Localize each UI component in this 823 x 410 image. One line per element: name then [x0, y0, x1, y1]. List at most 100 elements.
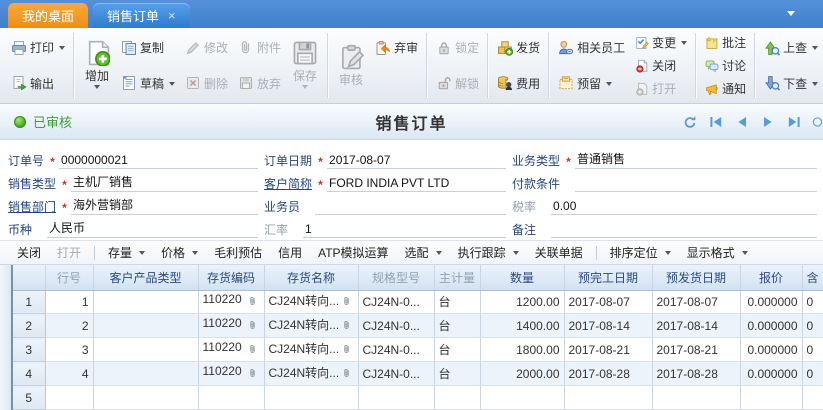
cell[interactable]: 0	[802, 314, 823, 338]
column-header-2[interactable]: 客户产品类型	[93, 265, 198, 290]
cell[interactable]	[93, 338, 198, 362]
cell[interactable]: 0	[802, 338, 823, 362]
paperclip-icon[interactable]	[248, 296, 260, 311]
cell[interactable]: 台	[434, 290, 480, 314]
reserve-button[interactable]: 预留	[554, 73, 629, 94]
paperclip-icon[interactable]	[342, 368, 354, 383]
column-header-5[interactable]: 规格型号	[358, 265, 434, 290]
cell[interactable]	[802, 386, 823, 410]
cell[interactable]: 2017-08-21	[652, 338, 740, 362]
chevron-down-icon[interactable]	[787, 11, 795, 20]
price-button[interactable]: 价格	[154, 242, 205, 263]
cell[interactable]: 110220	[198, 290, 264, 314]
cell[interactable]	[652, 386, 740, 410]
tab-close-icon[interactable]: ×	[168, 9, 176, 22]
print-button[interactable]: 打印	[7, 37, 69, 58]
column-header-10[interactable]: 报价	[740, 265, 802, 290]
column-header-4[interactable]: 存货名称	[264, 265, 358, 290]
cell[interactable]: 0	[802, 290, 823, 314]
row-selector[interactable]: 1	[13, 290, 45, 314]
column-header-0[interactable]	[13, 265, 45, 290]
column-header-6[interactable]: 主计量	[434, 265, 480, 290]
option-config-button[interactable]: 选配	[398, 242, 449, 263]
ship-button[interactable]: 发货	[493, 37, 544, 58]
nav-next-button[interactable]	[760, 114, 776, 130]
field-sales-dept-label[interactable]: 销售部门	[8, 198, 58, 215]
cell[interactable]: CJ24N转向...	[264, 338, 358, 362]
cell[interactable]	[740, 386, 802, 410]
discuss-button[interactable]: 讨论	[701, 55, 750, 76]
cell[interactable]: 0.000000	[740, 362, 802, 386]
field-currency-value[interactable]: 人民币	[47, 219, 258, 238]
field-customer-abbr-label[interactable]: 客户简称	[264, 175, 314, 192]
paperclip-icon[interactable]	[342, 320, 354, 335]
cell[interactable]	[93, 386, 198, 410]
cell[interactable]	[198, 386, 264, 410]
close-button[interactable]: 关闭	[631, 55, 691, 76]
cell[interactable]: CJ24N转向...	[264, 362, 358, 386]
cell[interactable]	[93, 362, 198, 386]
gross-profit-estimate-button[interactable]: 毛利预估	[207, 242, 269, 263]
execution-tracking-button[interactable]: 执行跟踪	[451, 242, 526, 263]
cell[interactable]: 台	[434, 314, 480, 338]
cell[interactable]: 2017-08-07	[652, 290, 740, 314]
display-format-button[interactable]: 显示格式	[680, 242, 755, 263]
paperclip-icon[interactable]	[342, 296, 354, 311]
paperclip-icon[interactable]	[248, 344, 260, 359]
cell[interactable]	[480, 386, 564, 410]
down-query-button[interactable]: 下查	[760, 73, 822, 94]
cell[interactable]: CJ24N-0...	[358, 338, 434, 362]
cell[interactable]: 1	[45, 290, 93, 314]
column-header-3[interactable]: 存货编码	[198, 265, 264, 290]
cell[interactable]: 2017-08-14	[652, 314, 740, 338]
nav-first-button[interactable]	[708, 114, 724, 130]
cell[interactable]: 110220	[198, 338, 264, 362]
cell[interactable]: 0.000000	[740, 314, 802, 338]
nav-refresh-button[interactable]	[682, 114, 698, 130]
cell[interactable]: 0.000000	[740, 338, 802, 362]
cell[interactable]: CJ24N-0...	[358, 314, 434, 338]
cell[interactable]: 110220	[198, 314, 264, 338]
field-salesperson-value[interactable]	[315, 199, 506, 215]
cell[interactable]	[564, 386, 652, 410]
field-remarks-value[interactable]	[551, 222, 817, 238]
fee-button[interactable]: 费用	[493, 73, 544, 94]
cell[interactable]: CJ24N-0...	[358, 290, 434, 314]
cell[interactable]: 1800.00	[480, 338, 564, 362]
cell[interactable]: 0.000000	[740, 290, 802, 314]
row-selector[interactable]: 2	[13, 314, 45, 338]
column-header-8[interactable]: 预完工日期	[564, 265, 652, 290]
sort-locate-button[interactable]: 排序定位	[603, 242, 678, 263]
column-header-9[interactable]: 预发货日期	[652, 265, 740, 290]
cell[interactable]: 2017-08-14	[564, 314, 652, 338]
export-button[interactable]: 输出	[7, 73, 69, 94]
cell[interactable]: 台	[434, 362, 480, 386]
annotate-button[interactable]: 批注	[701, 32, 750, 53]
paperclip-icon[interactable]	[248, 320, 260, 335]
field-business-type-value[interactable]: 普通销售	[575, 150, 817, 169]
cell[interactable]	[434, 386, 480, 410]
field-payment-terms-value[interactable]	[575, 176, 817, 192]
cell[interactable]	[93, 314, 198, 338]
field-customer-abbr-value[interactable]: FORD INDIA PVT LTD	[327, 176, 506, 192]
cell[interactable]: 1200.00	[480, 290, 564, 314]
draft-button[interactable]: 草稿	[117, 73, 179, 94]
unaudit-button[interactable]: 弃审	[371, 37, 422, 58]
change-button[interactable]: 变更	[631, 32, 691, 53]
cell[interactable]: 2000.00	[480, 362, 564, 386]
tab-my-desktop[interactable]: 我的桌面	[8, 3, 88, 28]
cell[interactable]: 0	[802, 362, 823, 386]
field-sales-type-value[interactable]: 主机厂销售	[71, 173, 258, 192]
atp-simulation-button[interactable]: ATP模拟运算	[311, 242, 395, 263]
field-order-date-value[interactable]: 2017-08-07	[327, 153, 506, 169]
copy-button[interactable]: 复制	[117, 37, 179, 58]
column-header-1[interactable]: 行号	[45, 265, 93, 290]
cell[interactable]: 2017-08-28	[564, 362, 652, 386]
cell[interactable]: 2017-08-21	[564, 338, 652, 362]
related-staff-button[interactable]: 相关员工	[554, 37, 629, 58]
cell[interactable]: 台	[434, 338, 480, 362]
cell[interactable]: CJ24N转向...	[264, 290, 358, 314]
cell[interactable]: 110220	[198, 362, 264, 386]
related-documents-button[interactable]: 关联单据	[528, 242, 590, 263]
stock-button[interactable]: 存量	[101, 242, 152, 263]
